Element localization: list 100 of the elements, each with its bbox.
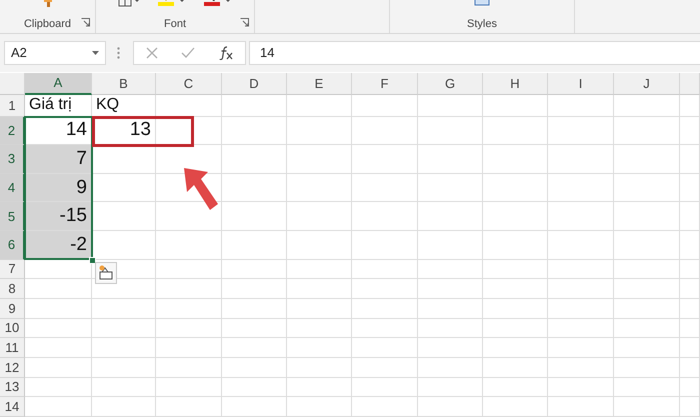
column-header[interactable]: B bbox=[92, 72, 156, 95]
table-cell bbox=[352, 145, 418, 174]
table-cell bbox=[352, 397, 418, 417]
dialog-launcher-icon[interactable] bbox=[81, 18, 90, 27]
column-header[interactable]: D bbox=[222, 72, 287, 95]
table-cell bbox=[92, 298, 156, 319]
row-header[interactable]: 14 bbox=[0, 397, 25, 417]
column-header[interactable]: A bbox=[25, 72, 92, 95]
row-header[interactable]: 10 bbox=[0, 318, 25, 338]
column-header[interactable]: I bbox=[548, 72, 614, 95]
table-cell bbox=[287, 230, 352, 260]
table-cell bbox=[418, 358, 483, 378]
column-header[interactable]: C bbox=[156, 72, 222, 95]
table-cell bbox=[483, 378, 548, 398]
table-cell bbox=[483, 279, 548, 299]
column-header[interactable]: J bbox=[614, 72, 680, 95]
table-cell bbox=[548, 318, 614, 338]
row-header[interactable]: 12 bbox=[0, 358, 25, 378]
table-cell bbox=[548, 338, 614, 358]
table-cell bbox=[548, 260, 614, 280]
table-cell bbox=[614, 378, 680, 398]
table-cell bbox=[352, 202, 418, 231]
table-cell bbox=[418, 318, 483, 338]
name-box[interactable]: A2 bbox=[4, 40, 106, 65]
column-header[interactable]: G bbox=[418, 72, 483, 95]
table-cell bbox=[25, 378, 92, 398]
table-cell bbox=[483, 145, 548, 174]
table-cell bbox=[287, 94, 352, 117]
dropdown-caret-icon[interactable] bbox=[92, 50, 99, 55]
row-header[interactable]: 5 bbox=[0, 202, 25, 231]
table-cell bbox=[287, 318, 352, 338]
table-cell bbox=[287, 338, 352, 358]
table-cell bbox=[222, 230, 287, 260]
table-cell bbox=[352, 260, 418, 280]
table-cell bbox=[548, 378, 614, 398]
table-cell bbox=[92, 202, 156, 231]
table-cell: 7 bbox=[25, 145, 92, 174]
column-header[interactable]: F bbox=[352, 72, 418, 95]
formula-field[interactable]: 14 bbox=[249, 40, 700, 65]
table-cell bbox=[92, 318, 156, 338]
table-cell bbox=[418, 116, 483, 146]
table-cell bbox=[156, 202, 222, 231]
table-cell bbox=[614, 279, 680, 299]
group-label: Styles bbox=[467, 18, 497, 30]
quick-analysis-icon[interactable] bbox=[95, 262, 117, 284]
row-header[interactable]: 8 bbox=[0, 279, 25, 299]
row-header[interactable]: 9 bbox=[0, 298, 25, 319]
table-cell bbox=[680, 145, 700, 174]
table-cell bbox=[680, 397, 700, 417]
table-cell bbox=[352, 378, 418, 398]
dialog-launcher-icon[interactable] bbox=[240, 18, 249, 27]
column-header[interactable]: E bbox=[287, 72, 352, 95]
row-header[interactable]: 13 bbox=[0, 378, 25, 398]
table-cell: Giá trị bbox=[25, 94, 92, 117]
table-cell bbox=[614, 298, 680, 319]
table-cell bbox=[548, 279, 614, 299]
table-cell bbox=[287, 174, 352, 202]
table-cell bbox=[614, 230, 680, 260]
insert-function-icon[interactable] bbox=[218, 46, 234, 60]
table-cell bbox=[418, 202, 483, 231]
enter-check-icon[interactable] bbox=[180, 46, 194, 59]
table-cell bbox=[483, 174, 548, 202]
table-cell bbox=[680, 298, 700, 319]
row-header[interactable]: 11 bbox=[0, 338, 25, 358]
table-cell bbox=[680, 116, 700, 146]
table-cell bbox=[25, 338, 92, 358]
table-cell bbox=[680, 279, 700, 299]
table-cell bbox=[548, 230, 614, 260]
table-cell bbox=[548, 298, 614, 319]
table-cell bbox=[548, 116, 614, 146]
table-cell bbox=[25, 279, 92, 299]
table-cell bbox=[614, 397, 680, 417]
table-cell bbox=[614, 94, 680, 117]
row-header[interactable]: 2 bbox=[0, 116, 25, 146]
table-cell bbox=[222, 202, 287, 231]
row-header[interactable]: 3 bbox=[0, 145, 25, 174]
table-cell bbox=[287, 116, 352, 146]
column-header[interactable]: H bbox=[483, 72, 548, 95]
row-header[interactable]: 4 bbox=[0, 174, 25, 202]
table-cell bbox=[287, 358, 352, 378]
row-header[interactable]: 1 bbox=[0, 94, 25, 117]
table-cell bbox=[287, 279, 352, 299]
row-header[interactable]: 7 bbox=[0, 260, 25, 280]
table-cell bbox=[680, 174, 700, 202]
table-cell bbox=[92, 279, 156, 299]
table-cell bbox=[92, 145, 156, 174]
table-cell bbox=[156, 145, 222, 174]
row-header[interactable]: 6 bbox=[0, 230, 25, 260]
table-cell bbox=[483, 397, 548, 417]
table-cell bbox=[614, 260, 680, 280]
table-cell bbox=[287, 397, 352, 417]
table-cell bbox=[25, 397, 92, 417]
table-cell bbox=[25, 298, 92, 319]
table-cell bbox=[222, 145, 287, 174]
table-cell bbox=[156, 378, 222, 398]
table-cell bbox=[418, 338, 483, 358]
table-cell bbox=[156, 279, 222, 299]
table-cell bbox=[483, 358, 548, 378]
table-cell bbox=[680, 318, 700, 338]
table-cell bbox=[352, 279, 418, 299]
